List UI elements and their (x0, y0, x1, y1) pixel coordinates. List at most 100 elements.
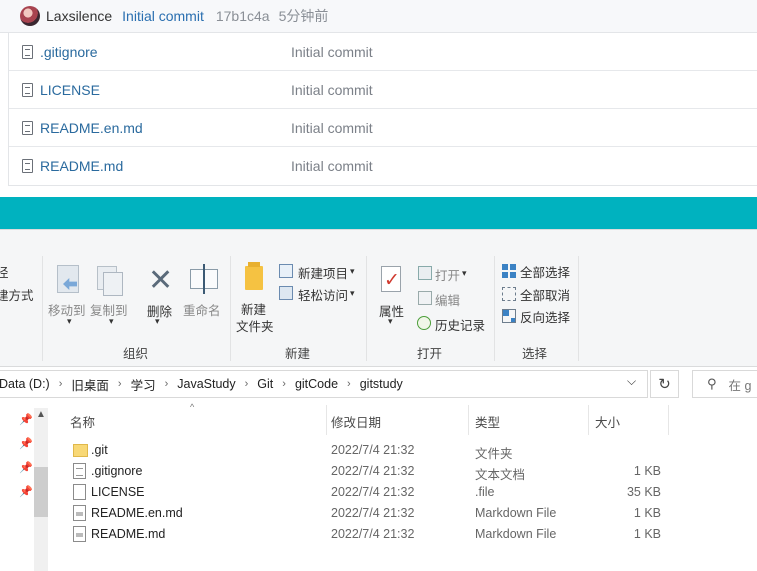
new-item-button[interactable]: 新建项目 (298, 263, 348, 282)
commit-time: 5分钟前 (278, 8, 329, 24)
history-icon (417, 316, 431, 330)
file-date: 2022/7/4 21:32 (331, 464, 415, 478)
file-name[interactable]: .gitignore (91, 464, 142, 478)
file-name[interactable]: README.en.md (91, 506, 183, 520)
address-bar[interactable]: Data (D:) › 旧桌面 › 学习 › JavaStudy › Git ›… (0, 370, 648, 398)
markdown-file-icon (73, 505, 86, 521)
repo-file-row[interactable]: README.md Initial commit (9, 147, 757, 185)
select-all-button[interactable]: 全部选择 (520, 262, 570, 281)
divider[interactable] (326, 405, 327, 435)
select-none-icon (502, 287, 516, 301)
chevron-right-icon[interactable]: › (282, 378, 286, 390)
ribbon-cut-label[interactable]: 建方式 (0, 285, 34, 304)
commit-message-link[interactable]: Initial commit (122, 8, 204, 24)
file-list-row[interactable]: LICENSE 2022/7/4 21:32 .file 35 KB (60, 482, 757, 503)
repo-file-commit[interactable]: Initial commit (291, 158, 373, 174)
teal-banner (0, 197, 757, 229)
pin-icon[interactable]: 📌 (19, 461, 33, 474)
divider[interactable] (668, 405, 669, 435)
search-placeholder: 在 g (728, 378, 752, 393)
latest-commit-bar: Laxsilence Initial commit 17b1c4a 5分钟前 (0, 0, 757, 33)
chevron-down-icon: ▾ (350, 288, 355, 298)
repo-file-name[interactable]: README.en.md (40, 120, 143, 136)
file-name[interactable]: .git (91, 443, 108, 457)
file-name[interactable]: README.md (91, 527, 165, 541)
file-size: 35 KB (626, 485, 661, 499)
repo-file-commit[interactable]: Initial commit (291, 44, 373, 60)
breadcrumb-item[interactable]: Data (D:) (0, 377, 50, 391)
file-date: 2022/7/4 21:32 (331, 443, 415, 457)
commit-hash[interactable]: 17b1c4a (216, 8, 270, 24)
history-button[interactable]: 历史记录 (435, 315, 485, 334)
blank-file-icon (73, 484, 86, 500)
column-header-name[interactable]: 名称 (70, 412, 95, 431)
file-date: 2022/7/4 21:32 (331, 506, 415, 520)
invert-selection-button[interactable]: 反向选择 (520, 307, 570, 326)
repo-file-name[interactable]: README.md (40, 158, 123, 174)
repo-file-name[interactable]: .gitignore (40, 44, 98, 60)
divider (42, 256, 43, 361)
file-icon (22, 121, 33, 135)
chevron-right-icon[interactable]: › (118, 378, 122, 390)
chevron-right-icon[interactable]: › (59, 378, 63, 390)
rename-button[interactable]: 重命名 (183, 300, 221, 319)
column-header-date[interactable]: 修改日期 (331, 412, 381, 431)
chevron-right-icon[interactable]: › (245, 378, 249, 390)
divider (366, 256, 367, 361)
breadcrumb-item[interactable]: gitCode (295, 377, 338, 391)
divider[interactable] (468, 405, 469, 435)
breadcrumb-item[interactable]: 旧桌面 (71, 375, 109, 394)
refresh-button[interactable]: ↻ (650, 370, 679, 398)
chevron-right-icon[interactable]: › (347, 378, 351, 390)
search-icon: ⚲ (707, 376, 717, 391)
new-folder-button-line2[interactable]: 文件夹 (236, 316, 274, 335)
repo-file-row[interactable]: README.en.md Initial commit (9, 109, 757, 147)
file-name[interactable]: LICENSE (91, 485, 145, 499)
easy-access-button[interactable]: 轻松访问 (298, 285, 348, 304)
file-list-row[interactable]: README.md 2022/7/4 21:32 Markdown File 1… (60, 524, 757, 545)
chevron-down-icon: ▾ (462, 268, 467, 278)
breadcrumb-item[interactable]: gitstudy (360, 377, 403, 391)
column-header-size[interactable]: 大小 (595, 412, 620, 431)
scroll-up-arrow-icon[interactable]: ▲ (34, 407, 48, 423)
ribbon-cut-label[interactable]: 径 (0, 262, 9, 281)
pin-icon[interactable]: 📌 (19, 413, 33, 426)
select-none-button[interactable]: 全部取消 (520, 285, 570, 304)
commit-author[interactable]: Laxsilence (46, 8, 112, 24)
copy-to-icon (103, 272, 123, 296)
scrollbar-thumb[interactable] (34, 467, 48, 517)
file-list-row[interactable]: .gitignore 2022/7/4 21:32 文本文档 1 KB (60, 461, 757, 482)
breadcrumb-item[interactable]: Git (257, 377, 273, 391)
chevron-down-icon: ▾ (350, 266, 355, 276)
repo-file-commit[interactable]: Initial commit (291, 82, 373, 98)
chevron-right-icon[interactable]: › (165, 378, 169, 390)
file-list-row[interactable]: .git 2022/7/4 21:32 文件夹 (60, 440, 757, 461)
file-icon (22, 45, 33, 59)
file-icon (22, 159, 33, 173)
repo-file-row[interactable]: LICENSE Initial commit (9, 71, 757, 109)
avatar[interactable] (20, 6, 40, 26)
address-bar-row: Data (D:) › 旧桌面 › 学习 › JavaStudy › Git ›… (0, 367, 757, 401)
chevron-down-icon: ▾ (109, 316, 114, 326)
file-type: 文本文档 (475, 468, 526, 482)
search-input[interactable]: ⚲ 在 g (692, 370, 757, 398)
rename-cursor-icon (203, 264, 205, 294)
pin-icon[interactable]: 📌 (19, 485, 33, 498)
address-history-dropdown[interactable]: ⌵ (627, 374, 636, 389)
repo-file-name[interactable]: LICENSE (40, 82, 100, 98)
open-button[interactable]: 打开 (435, 265, 460, 284)
breadcrumb-item[interactable]: JavaStudy (177, 377, 235, 391)
file-size: 1 KB (633, 506, 661, 520)
delete-icon: ✕ (148, 264, 174, 297)
select-all-icon (502, 264, 516, 278)
pin-icon[interactable]: 📌 (19, 437, 33, 450)
repo-file-commit[interactable]: Initial commit (291, 120, 373, 136)
text-file-icon (73, 463, 86, 479)
column-header-type[interactable]: 类型 (475, 412, 500, 431)
divider[interactable] (588, 405, 589, 435)
breadcrumb-item[interactable]: 学习 (131, 375, 156, 394)
repo-file-row[interactable]: .gitignore Initial commit (9, 33, 757, 71)
edit-button[interactable]: 编辑 (435, 290, 460, 309)
invert-selection-icon (502, 309, 516, 323)
file-list-row[interactable]: README.en.md 2022/7/4 21:32 Markdown Fil… (60, 503, 757, 524)
